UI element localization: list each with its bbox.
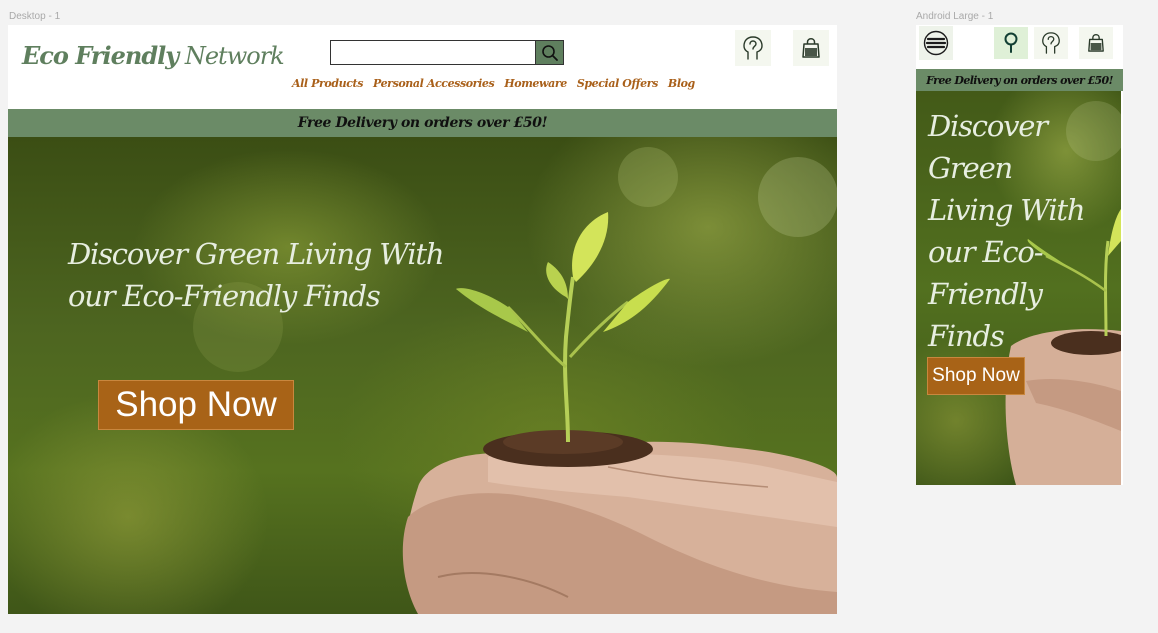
nav-item-all-products[interactable]: All Products xyxy=(292,77,363,90)
logo-regular-text: Network xyxy=(178,42,285,70)
mobile-free-delivery-banner: Free Delivery on orders over £50! xyxy=(916,69,1123,91)
mobile-account-button[interactable] xyxy=(1034,27,1068,59)
account-button[interactable] xyxy=(735,30,771,66)
search-icon xyxy=(541,44,558,61)
desktop-frame-label: Desktop - 1 xyxy=(9,11,61,22)
user-head-icon xyxy=(743,36,763,60)
search-button[interactable] xyxy=(535,41,563,64)
search-bar xyxy=(330,40,564,65)
shopping-bag-icon xyxy=(1088,34,1104,52)
hero-section: Discover Green Living With our Eco-Frien… xyxy=(8,137,837,614)
shop-now-button[interactable]: Shop Now xyxy=(98,380,294,430)
shopping-bag-icon xyxy=(802,38,820,58)
hero-title: Discover Green Living With our Eco-Frien… xyxy=(68,237,445,313)
mobile-hero-title: Discover Green Living With our Eco-Frien… xyxy=(928,109,1086,353)
menu-button[interactable] xyxy=(919,26,953,60)
nav-item-personal-accessories[interactable]: Personal Accessories xyxy=(373,77,495,90)
search-icon xyxy=(1004,32,1018,53)
search-input[interactable] xyxy=(331,41,535,64)
free-delivery-banner: Free Delivery on orders over £50! xyxy=(8,109,837,137)
mobile-hero-section: Discover Green Living With our Eco-Frien… xyxy=(916,91,1121,485)
mobile-shop-now-button[interactable]: Shop Now xyxy=(927,357,1025,395)
seedling-in-hands-image xyxy=(193,147,837,614)
mobile-cart-button[interactable] xyxy=(1079,27,1113,59)
cart-button[interactable] xyxy=(793,30,829,66)
mobile-search-button[interactable] xyxy=(994,27,1028,59)
mobile-frame: Free Delivery on orders over £50! Discov… xyxy=(916,25,1123,485)
nav-item-special-offers[interactable]: Special Offers xyxy=(577,77,658,90)
user-head-icon xyxy=(1042,32,1060,54)
desktop-frame: Eco Friendly Network All Products Person… xyxy=(8,25,837,614)
logo-bold-text: Eco Friendly xyxy=(22,41,179,70)
hamburger-menu-icon xyxy=(923,30,949,56)
nav-item-homeware[interactable]: Homeware xyxy=(504,77,567,90)
nav-item-blog[interactable]: Blog xyxy=(668,77,695,90)
mobile-frame-label: Android Large - 1 xyxy=(916,11,994,22)
site-logo[interactable]: Eco Friendly Network xyxy=(22,41,285,70)
main-nav: All Products Personal Accessories Homewa… xyxy=(292,77,695,90)
